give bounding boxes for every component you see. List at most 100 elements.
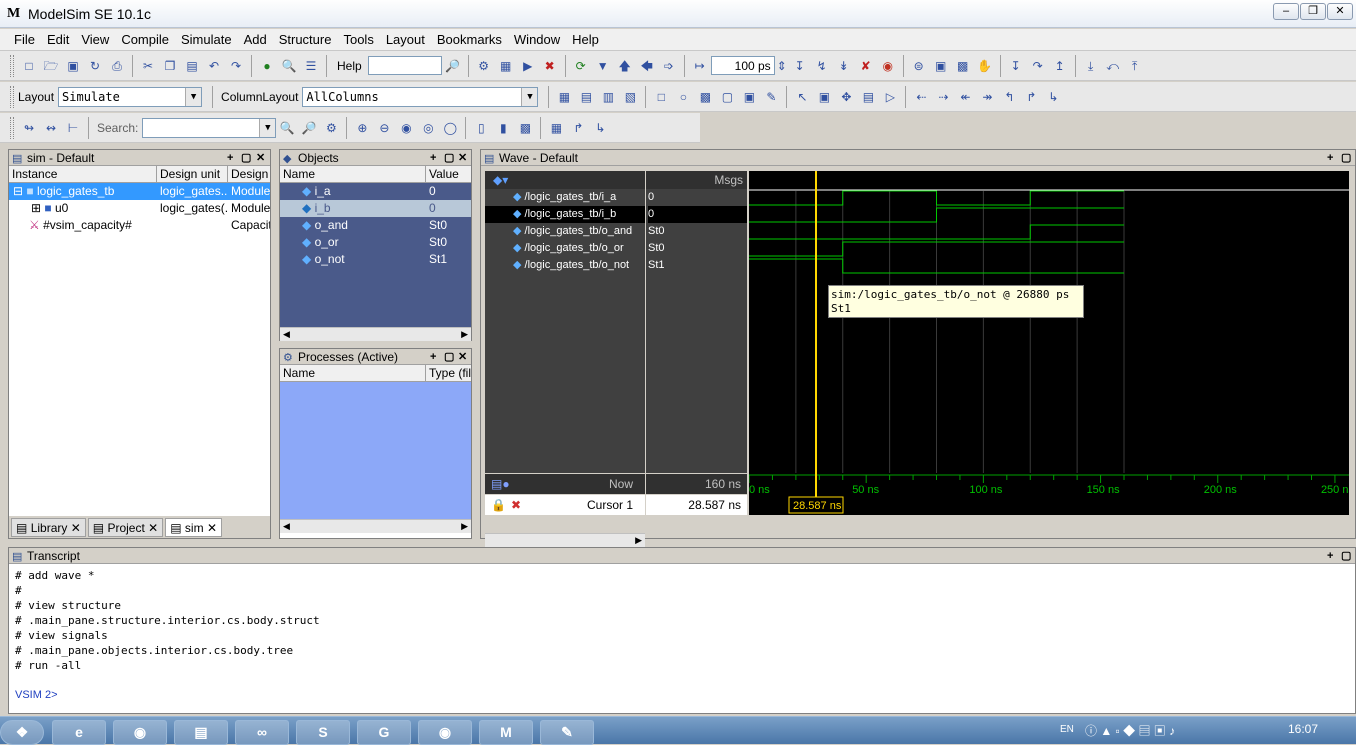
zoom-out-icon[interactable]: ⊖ [375, 119, 393, 137]
wave-diamond-icon[interactable]: ◆▾ [493, 173, 508, 187]
add-dataflow-icon[interactable]: ▧ [621, 88, 639, 106]
menu-file[interactable]: File [8, 29, 41, 51]
edge-prev-rising-icon[interactable]: ↰ [1000, 88, 1018, 106]
dataflow-icon[interactable]: ⊜ [910, 57, 928, 75]
zoom-full-icon[interactable]: ◉ [397, 119, 415, 137]
restart-icon[interactable]: ⟳ [572, 57, 590, 75]
collapse-icon[interactable]: ↭ [42, 119, 60, 137]
break-icon[interactable]: ✖ [541, 57, 559, 75]
menu-edit[interactable]: Edit [41, 29, 75, 51]
add-list-icon[interactable]: ▤ [577, 88, 595, 106]
pan-mode-icon[interactable]: ✥ [837, 88, 855, 106]
pane-undock-icon[interactable]: ▢ [241, 150, 251, 166]
open-folder-icon[interactable]: 🗁 [42, 57, 60, 75]
find-icon[interactable]: 🔍 [280, 57, 298, 75]
column-layout-select[interactable]: AllColumns ▼ [302, 86, 539, 107]
menu-bookmarks[interactable]: Bookmarks [431, 29, 508, 51]
horizontal-scrollbar[interactable]: ◀▶ [280, 327, 471, 341]
edge-find-icon[interactable]: ⇠ [912, 88, 930, 106]
add-icon[interactable]: ● [258, 57, 276, 75]
object-row[interactable]: ◆ o_not St1 [280, 251, 471, 268]
filter-inout-icon[interactable]: ▩ [696, 88, 714, 106]
tree-row[interactable]: ⊞ ■ u0 logic_gates(... Module [9, 200, 270, 217]
app-globe-icon[interactable]: ◉ [418, 720, 472, 745]
collapse-icon[interactable]: ⊟ [13, 184, 23, 198]
coverage-icon[interactable]: ▩ [954, 57, 972, 75]
menu-help[interactable]: Help [566, 29, 605, 51]
compile-icon[interactable]: ⚙ [475, 57, 493, 75]
object-row[interactable]: ◆ i_a 0 [280, 183, 471, 200]
filter-out-icon[interactable]: ○ [674, 88, 692, 106]
left-arrow-icon[interactable]: 🡄 [638, 57, 656, 75]
lock-icon[interactable]: 🔒 [491, 495, 506, 515]
simulate-icon[interactable]: ▶ [519, 57, 537, 75]
column-value[interactable]: Value [426, 166, 471, 182]
help-search-icon[interactable]: 🔎 [444, 57, 462, 75]
column-type[interactable]: Type (filt [426, 365, 471, 381]
hand-icon[interactable]: ✋ [976, 57, 994, 75]
object-row[interactable]: ◆ o_and St0 [280, 217, 471, 234]
add-cursor-icon[interactable]: ▤● [491, 474, 510, 494]
search-icon[interactable]: 🔍 [278, 119, 296, 137]
stop-icon[interactable]: ✘ [857, 57, 875, 75]
edge-last-icon[interactable]: ↳ [1044, 88, 1062, 106]
help-input[interactable] [367, 56, 442, 75]
pane-dock-icon[interactable]: + [227, 150, 233, 166]
undo-icon[interactable]: ↶ [205, 57, 223, 75]
hierarchy-icon[interactable]: ⊢ [64, 119, 82, 137]
filter-clear-icon[interactable]: ✎ [762, 88, 780, 106]
filter-internal-icon[interactable]: ▢ [718, 88, 736, 106]
column-name[interactable]: Name [280, 166, 426, 182]
menu-layout[interactable]: Layout [380, 29, 431, 51]
search-input[interactable]: ▼ [142, 117, 277, 138]
maximize-button[interactable]: ❐ [1300, 3, 1326, 20]
menu-tools[interactable]: Tools [337, 29, 379, 51]
wave-fall-icon[interactable]: ↳ [591, 119, 609, 137]
up-arrow-icon[interactable]: 🡅 [616, 57, 634, 75]
pane-dock-icon[interactable]: + [430, 150, 436, 166]
menu-structure[interactable]: Structure [273, 29, 338, 51]
tree-row[interactable]: ⊟ ■ logic_gates_tb logic_gates... Module [9, 183, 270, 200]
command-prompt[interactable]: VSIM 2> [15, 688, 1349, 703]
minimize-button[interactable]: – [1273, 3, 1299, 20]
clock[interactable]: 16:07 [1288, 722, 1318, 736]
wave-signal-row[interactable]: ◆ /logic_gates_tb/o_or [485, 240, 645, 257]
app-icon[interactable]: ∞ [235, 720, 289, 745]
step-back-out-icon[interactable]: ⤒ [1126, 57, 1144, 75]
reload-icon[interactable]: ↻ [86, 57, 104, 75]
pane-dock-icon[interactable]: + [1327, 548, 1333, 564]
wave-signal-row[interactable]: ◆ /logic_gates_tb/o_not [485, 257, 645, 274]
wave-signal-row[interactable]: ◆ /logic_gates_tb/i_a [485, 189, 645, 206]
modelsim-task-icon[interactable]: M [479, 720, 533, 745]
app-g-icon[interactable]: G [357, 720, 411, 745]
wave-rise-icon[interactable]: ↱ [569, 119, 587, 137]
wave-divider-icon[interactable]: ▮ [494, 119, 512, 137]
menu-view[interactable]: View [75, 29, 115, 51]
spin-icon[interactable]: ⇕ [777, 57, 787, 75]
waveform-canvas[interactable]: 0 ns 50 ns 100 ns 150 ns 200 ns 250 ns 28.587… [749, 171, 1349, 515]
select-pointer-icon[interactable]: ↖ [793, 88, 811, 106]
zoom-cursor-icon[interactable]: ◎ [419, 119, 437, 137]
firefox-icon[interactable]: ◉ [113, 720, 167, 745]
column-instance[interactable]: Instance [9, 166, 157, 182]
pane-dock-icon[interactable]: + [430, 349, 436, 365]
cut-icon[interactable]: ✂ [139, 57, 157, 75]
step-back-icon[interactable]: ⤓ [1082, 57, 1100, 75]
column-name[interactable]: Name [280, 365, 426, 381]
filter-in-icon[interactable]: □ [652, 88, 670, 106]
zoom-range-icon[interactable]: ◯ [441, 119, 459, 137]
pane-undock-icon[interactable]: ▢ [444, 349, 454, 365]
memory-icon[interactable]: ▣ [932, 57, 950, 75]
performance-icon[interactable]: ◉ [879, 57, 897, 75]
cursor-label-row[interactable]: 🔒 ✖ Cursor 1 [485, 495, 645, 515]
compile-all-icon[interactable]: ▦ [497, 57, 515, 75]
add-wave-icon[interactable]: ▦ [555, 88, 573, 106]
wave-format-icon[interactable]: ▯ [472, 119, 490, 137]
edge-next-icon[interactable]: ⇢ [934, 88, 952, 106]
wave-snap-icon[interactable]: ▦ [547, 119, 565, 137]
close-button[interactable]: ✕ [1327, 3, 1353, 20]
add-log-icon[interactable]: ▥ [599, 88, 617, 106]
tab-library[interactable]: ▤ Library ✕ [11, 518, 86, 537]
pane-close-icon[interactable]: ✕ [256, 150, 265, 166]
object-row[interactable]: ◆ i_b 0 [280, 200, 471, 217]
